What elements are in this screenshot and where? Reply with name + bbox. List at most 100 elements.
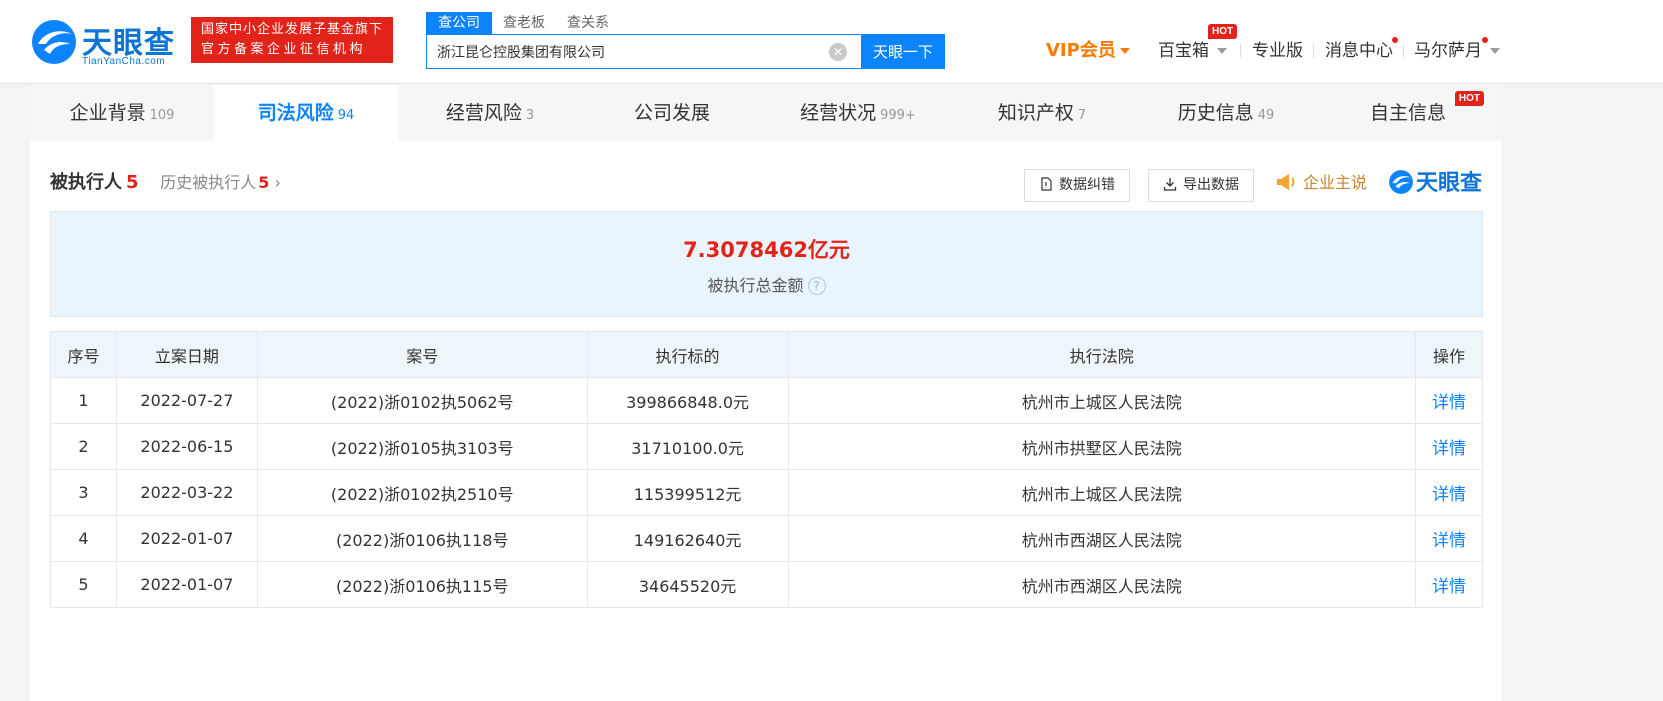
message-dot <box>1392 37 1398 43</box>
company-speak-label: 企业主说 <box>1303 173 1368 192</box>
chevron-down-icon <box>1119 48 1130 54</box>
tab-label: 历史信息 <box>1177 102 1254 124</box>
cell-court: 杭州市拱墅区人民法院 <box>787 423 1416 470</box>
cell-court: 杭州市西湖区人民法院 <box>787 515 1416 562</box>
logo-domain: TianYanCha.com <box>82 56 166 67</box>
total-amount-label: 被执行总金额? <box>51 272 1482 296</box>
section-title: 被执行人 <box>50 172 122 193</box>
detail-link[interactable]: 详情 <box>1414 377 1484 424</box>
cell-index: 3 <box>50 469 117 516</box>
tab-count: 7 <box>1077 108 1087 123</box>
pro-link[interactable]: 专业版 <box>1252 38 1303 64</box>
cell-amount: 399866848.0元 <box>586 377 789 424</box>
detail-link[interactable]: 详情 <box>1414 561 1484 608</box>
logo-eye-icon <box>1389 170 1413 194</box>
messages-link[interactable]: 消息中心 <box>1325 38 1393 64</box>
cell-case-no: (2022)浙0106执118号 <box>256 515 588 562</box>
search-tab-company[interactable]: 查公司 <box>426 12 492 34</box>
tab-label: 经营风险 <box>445 102 522 124</box>
company-speak-link[interactable]: 企业主说 <box>1275 171 1367 195</box>
detail-link[interactable]: 详情 <box>1414 469 1484 516</box>
detail-link[interactable]: 详情 <box>1414 423 1484 470</box>
export-button[interactable]: 导出数据 <box>1148 169 1254 202</box>
cell-court: 杭州市西湖区人民法院 <box>787 561 1416 608</box>
tab-business-status[interactable]: 经营状况 999+ <box>766 85 950 141</box>
tab-label: 企业背景 <box>69 102 146 124</box>
document-icon <box>1041 177 1052 191</box>
cell-date: 2022-01-07 <box>115 515 258 562</box>
tab-history[interactable]: 历史信息 49 <box>1134 85 1318 141</box>
cell-amount: 34645520元 <box>586 561 789 608</box>
export-label: 导出数据 <box>1183 177 1239 193</box>
search-tab-boss[interactable]: 查老板 <box>492 12 556 34</box>
table-row: 2 2022-06-15 (2022)浙0105执3103号 31710100.… <box>50 423 1484 470</box>
tab-label: 公司发展 <box>633 102 710 124</box>
download-icon <box>1163 178 1177 191</box>
cell-case-no: (2022)浙0105执3103号 <box>256 423 588 470</box>
divider <box>1240 44 1241 58</box>
vip-menu[interactable]: VIP会员 <box>1046 38 1130 64</box>
cell-index: 2 <box>50 423 117 470</box>
brand-name: 天眼查 <box>1416 171 1483 196</box>
treasure-menu[interactable]: 百宝箱 <box>1158 38 1227 64</box>
tab-count: 3 <box>525 108 535 123</box>
user-dot <box>1482 37 1488 43</box>
col-index: 序号 <box>50 331 117 378</box>
tianyancha-logo[interactable]: 天眼查 TianYanCha.com <box>30 16 190 70</box>
logo-eye-icon <box>32 20 76 64</box>
tab-self-info[interactable]: 自主信息 HOT <box>1318 85 1502 141</box>
treasure-label: 百宝箱 <box>1158 41 1209 61</box>
chevron-right-icon: › <box>269 173 281 192</box>
search-button[interactable]: 天眼一下 <box>861 34 945 69</box>
tab-judicial-risk[interactable]: 司法风险 94 <box>214 85 398 141</box>
clear-icon[interactable]: ✕ <box>829 43 847 61</box>
tab-operation-risk[interactable]: 经营风险 3 <box>398 85 582 141</box>
badge-line-2: 官方备案企业征信机构 <box>201 42 367 57</box>
table-header-row: 序号 立案日期 案号 执行标的 执行法院 操作 <box>50 331 1484 378</box>
divider <box>1403 44 1404 58</box>
data-correct-button[interactable]: 数据纠错 <box>1024 169 1130 202</box>
cell-date: 2022-01-07 <box>115 561 258 608</box>
cell-amount: 115399512元 <box>586 469 789 516</box>
divider <box>1313 44 1314 58</box>
cell-case-no: (2022)浙0102执5062号 <box>256 377 588 424</box>
cell-date: 2022-07-27 <box>115 377 258 424</box>
section-count: 5 <box>126 172 139 193</box>
tianyancha-brand: 天眼查 <box>1388 169 1482 197</box>
detail-link[interactable]: 详情 <box>1414 515 1484 562</box>
col-court: 执行法院 <box>787 331 1416 378</box>
cell-case-no: (2022)浙0102执2510号 <box>256 469 588 516</box>
tab-label: 自主信息 <box>1369 102 1446 124</box>
search-tabs: 查公司 查老板 查关系 <box>426 12 620 34</box>
tab-count: 109 <box>149 108 175 123</box>
table-row: 4 2022-01-07 (2022)浙0106执118号 149162640元… <box>50 515 1484 562</box>
cell-court: 杭州市上城区人民法院 <box>787 377 1416 424</box>
history-label: 历史被执行人 <box>160 173 257 192</box>
tab-count: 94 <box>337 108 355 123</box>
cell-index: 4 <box>50 515 117 562</box>
tab-label: 经营状况 <box>800 102 877 124</box>
table-row: 3 2022-03-22 (2022)浙0102执2510号 115399512… <box>50 469 1484 516</box>
cell-court: 杭州市上城区人民法院 <box>787 469 1416 516</box>
history-count: 5 <box>258 173 270 192</box>
hot-badge: HOT <box>1208 24 1238 39</box>
tab-count: 49 <box>1257 108 1275 123</box>
table-row: 1 2022-07-27 (2022)浙0102执5062号 399866848… <box>50 377 1484 424</box>
help-icon[interactable]: ? <box>807 277 826 295</box>
tab-count: 999+ <box>880 108 916 123</box>
tab-background[interactable]: 企业背景 109 <box>30 85 214 141</box>
search-input[interactable] <box>427 35 817 68</box>
cell-date: 2022-03-22 <box>115 469 258 516</box>
cell-amount: 149162640元 <box>586 515 789 562</box>
section-header: 被执行人 5 历史被执行人 5 › <box>50 171 281 195</box>
search-tab-relation[interactable]: 查关系 <box>556 12 620 34</box>
chevron-down-icon <box>1490 48 1500 54</box>
badge-line-1: 国家中小企业发展子基金旗下 <box>201 22 384 37</box>
history-link[interactable]: 历史被执行人 5 › <box>144 172 281 193</box>
tab-development[interactable]: 公司发展 <box>582 85 766 141</box>
tab-ip[interactable]: 知识产权 7 <box>950 85 1134 141</box>
col-case-no: 案号 <box>256 331 588 378</box>
table-row: 5 2022-01-07 (2022)浙0106执115号 34645520元 … <box>50 561 1484 608</box>
main-content: 企业背景 109 司法风险 94 经营风险 3 公司发展 经营状况 999+ 知识产权 7… <box>30 85 1502 701</box>
tab-label: 知识产权 <box>997 102 1074 124</box>
